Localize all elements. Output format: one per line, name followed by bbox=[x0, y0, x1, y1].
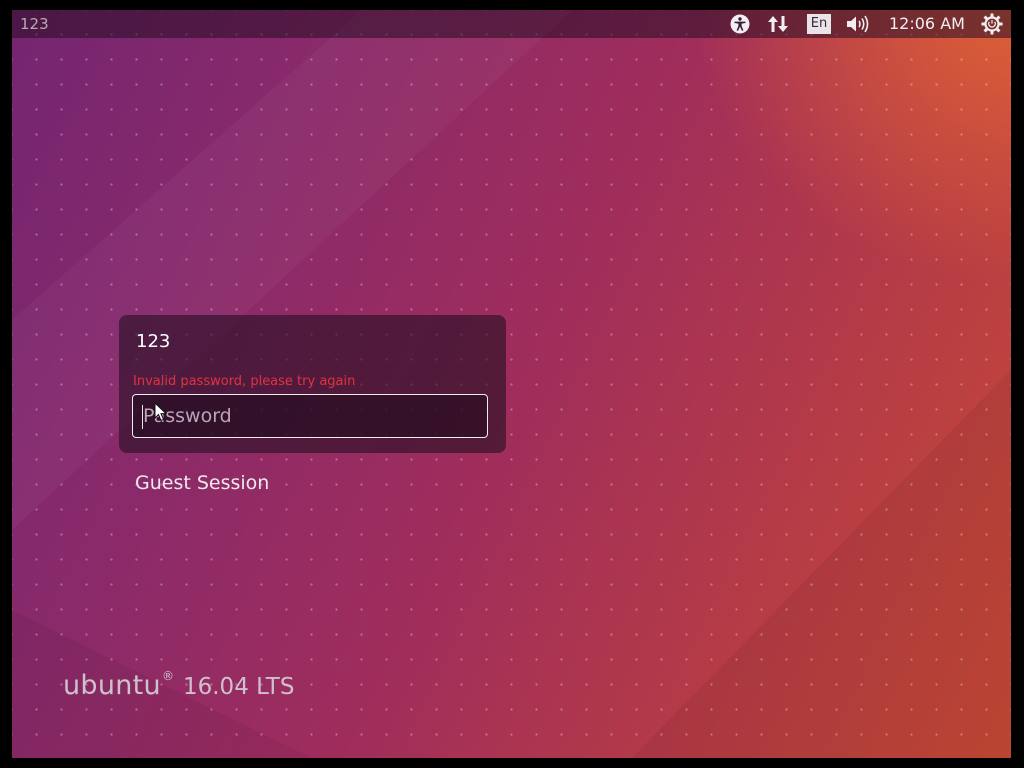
text-caret bbox=[142, 405, 143, 429]
password-field[interactable] bbox=[132, 394, 488, 438]
distro-branding: ubuntu ® 16.04 LTS bbox=[63, 669, 295, 701]
power-gear-icon[interactable] bbox=[980, 12, 1004, 36]
distro-version: 16.04 LTS bbox=[182, 674, 295, 700]
hostname-label: 123 bbox=[20, 15, 49, 33]
distro-logo-text: ubuntu bbox=[63, 670, 161, 701]
network-icon[interactable] bbox=[766, 12, 790, 36]
mouse-pointer-icon bbox=[154, 402, 168, 422]
top-panel: 123 En 12:06 AM bbox=[12, 10, 1011, 38]
password-input[interactable] bbox=[133, 395, 487, 437]
login-screen: 123 En 12:06 AM 123 Invalid password, pl… bbox=[12, 10, 1011, 758]
registered-mark: ® bbox=[161, 669, 174, 683]
clock-label[interactable]: 12:06 AM bbox=[889, 14, 965, 33]
user-name[interactable]: 123 bbox=[136, 331, 170, 352]
guest-session-option[interactable]: Guest Session bbox=[135, 472, 269, 494]
login-card: 123 Invalid password, please try again bbox=[119, 315, 506, 453]
error-message: Invalid password, please try again bbox=[133, 374, 356, 389]
volume-icon[interactable] bbox=[846, 12, 872, 36]
accessibility-icon[interactable] bbox=[729, 12, 751, 36]
language-icon[interactable]: En bbox=[807, 14, 831, 34]
